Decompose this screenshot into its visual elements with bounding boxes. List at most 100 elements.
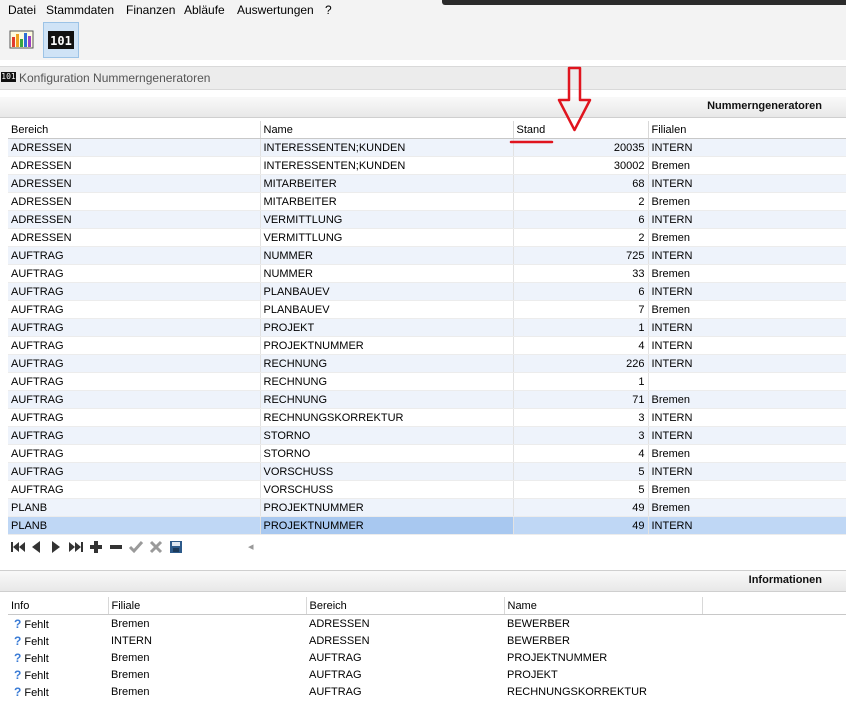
cell-stand[interactable]: 68 [513,174,649,193]
cell-bereich[interactable]: ADRESSEN [8,156,261,175]
cell-stand[interactable]: 33 [513,264,649,283]
table-row[interactable]: ADRESSEN VERMITTLUNG 2 Bremen [8,228,846,247]
info-grid[interactable]: Info Filiale Bereich Name ? Fehlt Bremen AD… [8,597,846,700]
cell-name[interactable]: VERMITTLUNG [260,228,514,247]
cell-name[interactable]: STORNO [260,444,514,463]
info-row[interactable]: ? Fehlt Bremen AUFTRAG PROJEKT [8,666,846,683]
cell-bereich[interactable]: AUFTRAG [8,444,261,463]
cell-filialen[interactable]: INTERN [648,174,846,193]
cell-name[interactable]: MITARBEITER [260,192,514,211]
cell-filialen[interactable]: Bremen [648,390,846,409]
cell-bereich[interactable]: AUFTRAG [8,300,261,319]
menu-auswertungen[interactable]: Auswertungen [237,3,314,17]
menu-help[interactable]: ? [325,3,332,17]
table-row[interactable]: AUFTRAG RECHNUNG 226 INTERN [8,354,846,373]
cell-bereich[interactable]: ADRESSEN [8,174,261,193]
cell-name[interactable]: PLANBAUEV [260,282,514,301]
table-row[interactable]: AUFTRAG PLANBAUEV 6 INTERN [8,282,846,301]
prior-record-icon[interactable] [28,539,44,555]
table-row[interactable]: ADRESSEN INTERESSENTEN;KUNDEN 20035 INTERN [8,138,846,157]
table-row[interactable]: AUFTRAG RECHNUNG 71 Bremen [8,390,846,409]
cell-filialen[interactable]: Bremen [648,156,846,175]
cell-stand[interactable]: 7 [513,300,649,319]
cell-name[interactable]: PROJEKT [260,318,514,337]
cell-stand[interactable]: 725 [513,246,649,265]
cell-name[interactable]: RECHNUNGSKORREKTUR [260,408,514,427]
cell-stand[interactable]: 5 [513,480,649,499]
cell-filialen[interactable]: INTERN [648,138,846,157]
cell-filialen[interactable]: INTERN [648,282,846,301]
stammdaten-chart-button[interactable] [3,22,39,58]
info-row[interactable]: ? Fehlt Bremen ADRESSEN BEWERBER [8,614,846,632]
cell-filialen[interactable]: Bremen [648,498,846,517]
cell-stand[interactable]: 3 [513,408,649,427]
cell-name[interactable]: BEWERBER [504,614,702,632]
navigator-splitter[interactable]: ◂ [248,540,254,553]
cell-bereich[interactable]: ADRESSEN [8,138,261,157]
info-row[interactable]: ? Fehlt Bremen AUFTRAG PROJEKTNUMMER [8,649,846,666]
table-row[interactable]: AUFTRAG STORNO 4 Bremen [8,444,846,463]
cell-name[interactable]: PROJEKTNUMMER [260,336,514,355]
cell-filialen[interactable]: INTERN [648,246,846,265]
cell-bereich[interactable]: PLANB [8,498,261,517]
cell-name[interactable]: RECHNUNG [260,354,514,373]
cell-name[interactable]: VORSCHUSS [260,480,514,499]
column-header-info[interactable]: Info [8,597,109,615]
cell-name[interactable]: RECHNUNG [260,372,514,391]
cell-name[interactable]: PROJEKT [504,666,702,683]
cell-name[interactable]: BEWERBER [504,632,702,649]
cell-info[interactable]: ? Fehlt [8,649,108,666]
cell-filialen[interactable] [648,372,846,391]
generators-grid[interactable]: Bereich Name Stand Filialen ADRESSEN INTE… [8,121,846,535]
cell-name[interactable]: PROJEKTNUMMER [260,498,514,517]
table-row[interactable]: AUFTRAG STORNO 3 INTERN [8,426,846,445]
cell-name[interactable]: INTERESSENTEN;KUNDEN [260,156,514,175]
cell-info[interactable]: ? Fehlt [8,683,108,700]
cell-filialen[interactable]: INTERN [648,336,846,355]
table-row[interactable]: AUFTRAG RECHNUNG 1 [8,372,846,391]
cell-stand[interactable]: 6 [513,282,649,301]
cell-name[interactable]: RECHNUNGSKORREKTUR [504,683,702,700]
cell-filiale[interactable]: Bremen [108,683,306,700]
cell-bereich[interactable]: PLANB [8,516,261,535]
column-header-filiale[interactable]: Filiale [108,597,307,615]
cell-filialen[interactable]: INTERN [648,210,846,229]
cell-name[interactable]: NUMMER [260,246,514,265]
menu-datei[interactable]: Datei [8,3,36,17]
cell-filialen[interactable]: INTERN [648,462,846,481]
cell-filialen[interactable]: Bremen [648,300,846,319]
cell-name[interactable]: VERMITTLUNG [260,210,514,229]
cell-stand[interactable]: 30002 [513,156,649,175]
cell-filialen[interactable]: INTERN [648,408,846,427]
cell-stand[interactable]: 2 [513,192,649,211]
cell-stand[interactable]: 4 [513,336,649,355]
cell-filialen[interactable]: Bremen [648,228,846,247]
cell-info[interactable]: ? Fehlt [8,632,108,649]
next-record-icon[interactable] [48,539,64,555]
cell-stand[interactable]: 1 [513,318,649,337]
cell-filiale[interactable]: INTERN [108,632,306,649]
info-row[interactable]: ? Fehlt INTERN ADRESSEN BEWERBER [8,632,846,649]
cell-bereich[interactable]: AUFTRAG [306,683,504,700]
cell-name[interactable]: STORNO [260,426,514,445]
cell-filialen[interactable]: INTERN [648,318,846,337]
post-edit-icon[interactable] [128,539,144,555]
cell-filialen[interactable]: Bremen [648,480,846,499]
cell-bereich[interactable]: ADRESSEN [8,210,261,229]
cell-bereich[interactable]: AUFTRAG [8,336,261,355]
cell-bereich[interactable]: AUFTRAG [306,666,504,683]
cell-name[interactable]: MITARBEITER [260,174,514,193]
cell-name[interactable]: RECHNUNG [260,390,514,409]
cell-filialen[interactable]: INTERN [648,426,846,445]
cell-filiale[interactable]: Bremen [108,614,306,632]
cell-bereich[interactable]: AUFTRAG [8,426,261,445]
table-row[interactable]: AUFTRAG VORSCHUSS 5 INTERN [8,462,846,481]
cell-stand[interactable]: 6 [513,210,649,229]
cell-bereich[interactable]: AUFTRAG [8,318,261,337]
cell-stand[interactable]: 3 [513,426,649,445]
column-header-bereich[interactable]: Bereich [306,597,505,615]
cell-bereich[interactable]: AUFTRAG [306,649,504,666]
insert-record-icon[interactable] [88,539,104,555]
cell-filialen[interactable]: Bremen [648,444,846,463]
column-header-name[interactable]: Name [504,597,703,615]
